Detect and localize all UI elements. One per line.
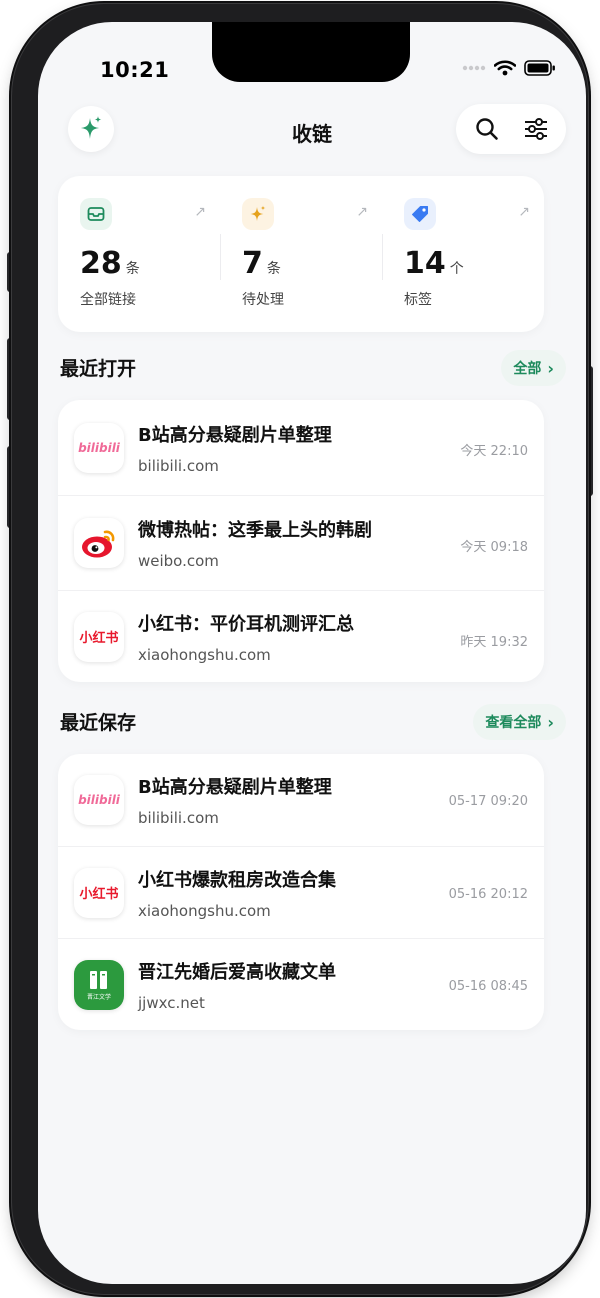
battery-icon — [524, 60, 555, 76]
xiaohongshu-icon: 小红书 — [74, 867, 124, 918]
view-all-label: 全部 — [513, 361, 542, 377]
list-item[interactable]: 小红书 小红书：平价耳机测评汇总 xiaohongshu.com 昨天 19:3… — [58, 590, 544, 682]
bilibili-icon: bilibili — [74, 775, 124, 825]
item-time: 昨天 19:32 — [460, 635, 528, 650]
stat-label: 全部链接 — [80, 292, 136, 308]
list-item[interactable]: 晋江文学 晋江先婚后爱高收藏文单 jjwxc.net 05-16 08:45 — [58, 938, 544, 1030]
stat-value: 28 条 — [80, 246, 140, 281]
chevron-right-icon: › — [547, 712, 554, 732]
item-time: 今天 09:18 — [460, 540, 528, 555]
phone-frame: 10:21 收链 ↗ 28 条 全部链接 ↗ 7 条 待处理 ↗ 14 个 标签… — [12, 4, 588, 1294]
item-time: 05-17 09:20 — [448, 794, 528, 809]
item-time: 今天 22:10 — [460, 444, 528, 459]
arrow-up-right-icon: ↗ — [356, 204, 368, 220]
bilibili-icon: bilibili — [74, 422, 124, 473]
item-domain: xiaohongshu.com — [138, 901, 271, 920]
view-all-recent-open-button[interactable]: 全部 › — [501, 350, 566, 386]
inbox-icon — [80, 198, 112, 230]
filter-button[interactable] — [523, 116, 549, 142]
weibo-icon — [74, 518, 124, 568]
search-icon — [475, 118, 498, 140]
search-button[interactable] — [474, 116, 500, 142]
tag-icon — [404, 198, 436, 230]
status-icons — [462, 60, 556, 76]
wifi-icon — [494, 60, 516, 76]
list-item[interactable]: 小红书 小红书爆款租房改造合集 xiaohongshu.com 05-16 20… — [58, 846, 544, 938]
signal-icon — [462, 65, 486, 71]
list-item[interactable]: 微博热帖：这季最上头的韩剧 weibo.com 今天 09:18 — [58, 495, 544, 590]
list-item[interactable]: bilibili B站高分悬疑剧片单整理 bilibili.com 05-17 … — [58, 754, 544, 846]
chevron-right-icon: › — [547, 358, 554, 378]
item-time: 05-16 20:12 — [448, 887, 528, 902]
list-item[interactable]: bilibili B站高分悬疑剧片单整理 bilibili.com 今天 22:… — [58, 400, 544, 495]
recent-saved-list: bilibili B站高分悬疑剧片单整理 bilibili.com 05-17 … — [58, 754, 544, 1030]
xiaohongshu-icon: 小红书 — [74, 611, 124, 662]
stat-all-links[interactable]: ↗ 28 条 全部链接 — [58, 176, 220, 332]
item-time: 05-16 08:45 — [448, 979, 528, 994]
item-domain: bilibili.com — [138, 809, 219, 827]
stats-card: ↗ 28 条 全部链接 ↗ 7条 待处理 ↗ 14 个 标签 — [58, 176, 544, 332]
item-domain: bilibili.com — [138, 456, 219, 475]
jjwxc-icon: 晋江文学 — [74, 959, 124, 1010]
filter-sliders-icon — [524, 118, 547, 140]
arrow-up-right-icon: ↗ — [518, 204, 530, 220]
stat-label: 待处理 — [242, 292, 284, 308]
item-domain: jjwxc.net — [138, 993, 205, 1012]
notch — [212, 22, 410, 82]
stat-value: 7条 — [242, 246, 281, 281]
stat-pending[interactable]: ↗ 7条 待处理 — [220, 176, 382, 332]
recent-open-list: bilibili B站高分悬疑剧片单整理 bilibili.com 今天 22:… — [58, 400, 544, 682]
view-all-recent-saved-button[interactable]: 查看全部 › — [473, 704, 566, 740]
header-actions — [456, 104, 566, 154]
arrow-up-right-icon: ↗ — [194, 204, 206, 220]
stat-label: 标签 — [404, 292, 432, 308]
sparkle-icon — [242, 198, 274, 230]
stat-value: 14 个 — [404, 246, 464, 281]
section-title-recent-saved: 最近保存 — [60, 712, 137, 734]
section-title-recent-open: 最近打开 — [60, 358, 137, 380]
view-all-label: 查看全部 — [485, 715, 542, 731]
status-time: 10:21 — [100, 58, 170, 82]
stat-tags[interactable]: ↗ 14 个 标签 — [382, 176, 544, 332]
app-screen: 10:21 收链 ↗ 28 条 全部链接 ↗ 7 条 待处理 ↗ 14 个 标签… — [38, 22, 586, 1284]
